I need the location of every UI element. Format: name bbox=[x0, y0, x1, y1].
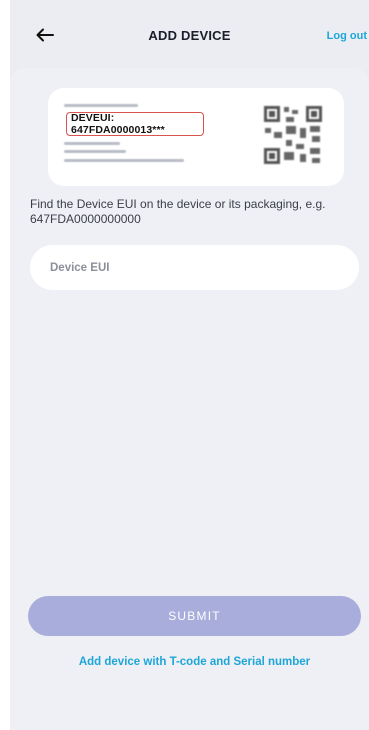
app-header: ADD DEVICE Log out bbox=[10, 0, 369, 70]
device-eui-callout: DEVEUI: 647FDA0000013*** bbox=[66, 112, 204, 136]
submit-button[interactable]: SUBMIT bbox=[28, 596, 361, 636]
label-text-line bbox=[64, 150, 126, 153]
label-text-line bbox=[64, 104, 138, 107]
device-eui-input[interactable] bbox=[30, 245, 359, 290]
label-text-line bbox=[64, 142, 120, 145]
eui-hint-text: Find the Device EUI on the device or its… bbox=[30, 197, 326, 226]
add-device-tcode-link[interactable]: Add device with T-code and Serial number bbox=[0, 656, 369, 668]
logout-link[interactable]: Log out bbox=[327, 30, 367, 42]
qr-code-icon bbox=[262, 104, 324, 166]
label-text-line bbox=[64, 159, 184, 162]
page-title: ADD DEVICE bbox=[148, 28, 231, 43]
